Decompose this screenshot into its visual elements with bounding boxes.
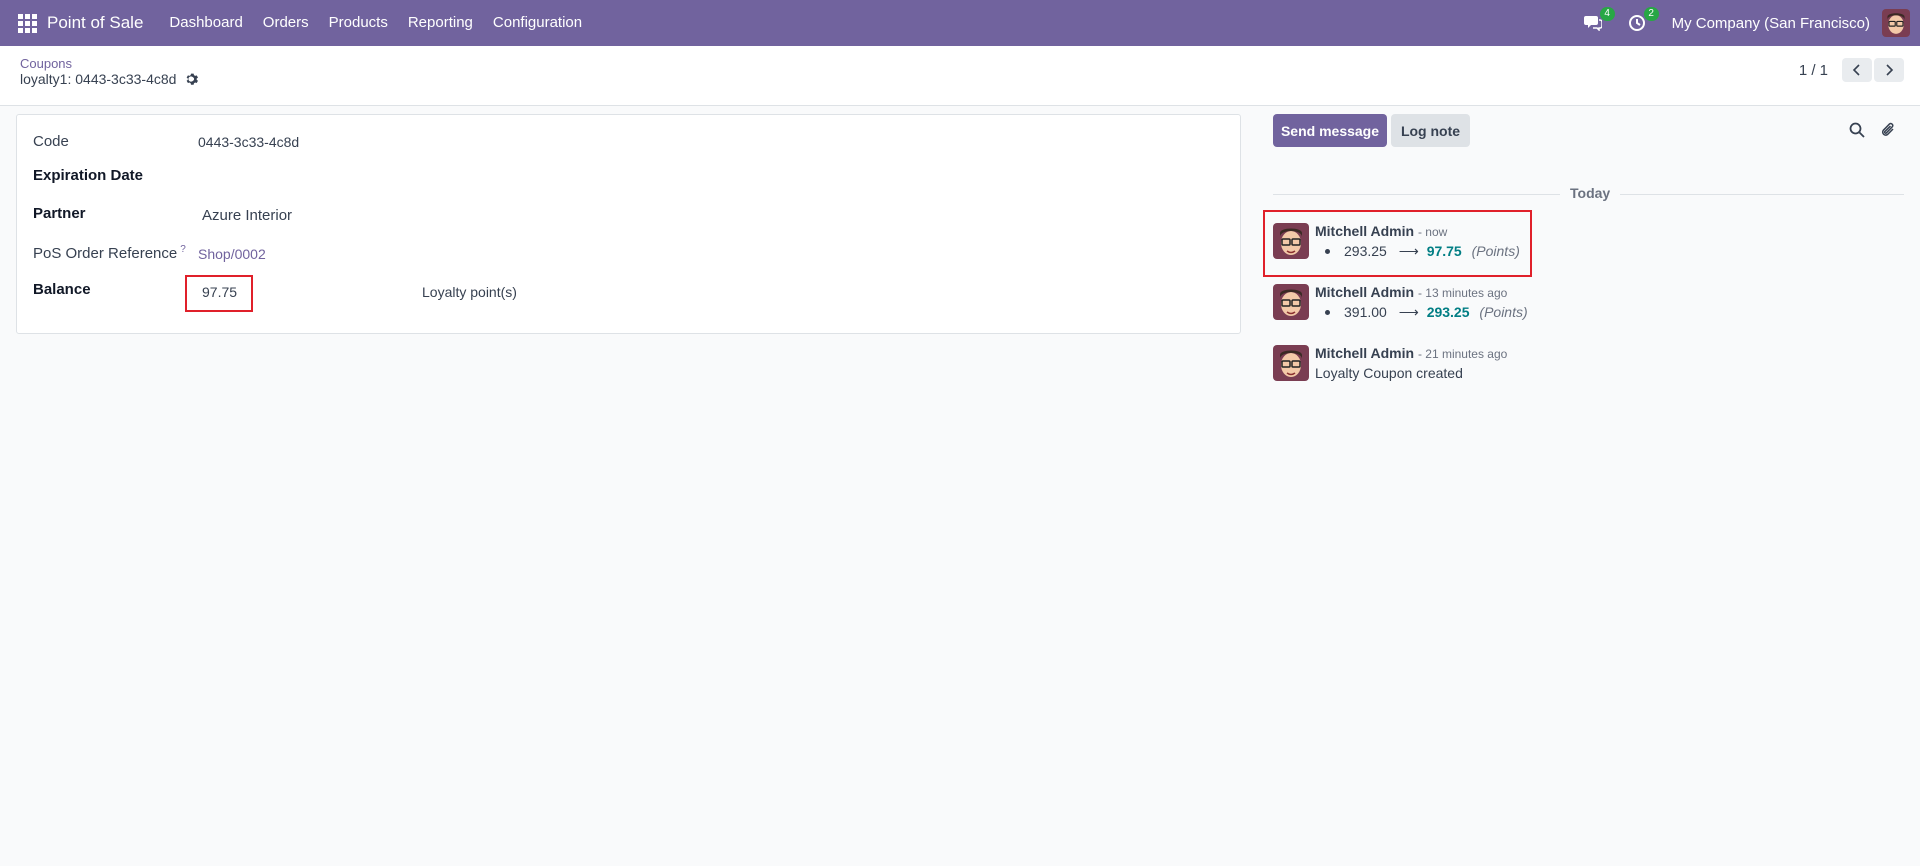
record-title: loyalty1: 0443-3c33-4c8d — [20, 71, 177, 87]
tracking-value: 293.25 ⟶ 97.75 (Points) — [1315, 243, 1520, 260]
bullet-icon — [1325, 249, 1330, 254]
menu-products[interactable]: Products — [319, 0, 398, 46]
message-time: - 21 minutes ago — [1417, 347, 1508, 361]
tracking-new-value: 293.25 — [1426, 304, 1470, 320]
tracking-value: 391.00 ⟶ 293.25 (Points) — [1315, 304, 1528, 321]
message-author-line: Mitchell Admin - 13 minutes ago — [1315, 284, 1507, 300]
tracking-field-name: (Points) — [1479, 304, 1528, 320]
arrow-icon: ⟶ — [1398, 243, 1419, 259]
code-label: Code — [33, 133, 69, 150]
breadcrumb: loyalty1: 0443-3c33-4c8d — [20, 71, 199, 87]
message-author[interactable]: Mitchell Admin — [1315, 345, 1414, 361]
message-author[interactable]: Mitchell Admin — [1315, 284, 1414, 300]
message-author-line: Mitchell Admin - now — [1315, 223, 1447, 239]
menu-configuration[interactable]: Configuration — [483, 0, 592, 46]
bullet-icon — [1325, 310, 1330, 315]
pager-value[interactable]: 1 / 1 — [1799, 62, 1828, 79]
messages-badge: 4 — [1599, 7, 1615, 21]
gear-icon[interactable] — [184, 72, 199, 86]
top-navbar: Point of Sale Dashboard Orders Products … — [0, 0, 1920, 46]
menu-orders[interactable]: Orders — [253, 0, 319, 46]
avatar[interactable] — [1273, 223, 1309, 259]
balance-label: Balance — [33, 281, 91, 298]
message-time: - 13 minutes ago — [1417, 286, 1508, 300]
pager-previous-button[interactable] — [1842, 58, 1872, 82]
menu-dashboard[interactable]: Dashboard — [159, 0, 252, 46]
partner-field[interactable]: Azure Interior — [202, 207, 292, 224]
pager-next-button[interactable] — [1874, 58, 1904, 82]
chevron-left-icon — [1852, 64, 1860, 76]
apps-menu-icon[interactable] — [12, 0, 42, 46]
breadcrumb-coupons[interactable]: Coupons — [20, 56, 72, 71]
pager: 1 / 1 — [1799, 58, 1904, 82]
control-panel: Coupons loyalty1: 0443-3c33-4c8d 1 / 1 — [0, 46, 1920, 106]
avatar[interactable] — [1273, 284, 1309, 320]
activities-icon[interactable]: 2 — [1624, 7, 1659, 36]
date-separator-today: Today — [1560, 185, 1621, 201]
expiration-date-label: Expiration Date — [33, 167, 144, 184]
send-message-button[interactable]: Send message — [1273, 114, 1387, 147]
chevron-right-icon — [1886, 64, 1894, 76]
paperclip-icon[interactable] — [1878, 120, 1898, 140]
pos-order-reference-label-text: PoS Order Reference — [33, 245, 178, 262]
expiration-date-field[interactable] — [198, 167, 498, 185]
messages-icon[interactable]: 4 — [1580, 7, 1615, 36]
code-field[interactable]: 0443-3c33-4c8d — [198, 134, 299, 150]
app-name[interactable]: Point of Sale — [47, 13, 143, 33]
tracking-old-value: 293.25 — [1344, 243, 1387, 259]
message-author-line: Mitchell Admin - 21 minutes ago — [1315, 345, 1507, 361]
message-text: Loyalty Coupon created — [1315, 365, 1463, 381]
balance-unit: Loyalty point(s) — [422, 284, 517, 300]
pos-order-reference-link[interactable]: Shop/0002 — [198, 246, 266, 262]
tracking-field-name: (Points) — [1471, 243, 1520, 259]
arrow-icon: ⟶ — [1398, 304, 1419, 320]
balance-field[interactable]: 97.75 — [202, 284, 237, 300]
tracking-old-value: 391.00 — [1344, 304, 1387, 320]
menu-reporting[interactable]: Reporting — [398, 0, 483, 46]
company-switcher[interactable]: My Company (San Francisco) — [1672, 15, 1870, 32]
avatar[interactable] — [1273, 345, 1309, 381]
partner-label: Partner — [33, 205, 86, 222]
help-tooltip-icon[interactable]: ? — [180, 244, 186, 255]
search-icon[interactable] — [1847, 120, 1867, 140]
message-author[interactable]: Mitchell Admin — [1315, 223, 1414, 239]
activities-badge: 2 — [1643, 7, 1659, 21]
log-note-button[interactable]: Log note — [1391, 114, 1470, 147]
form-sheet: Code 0443-3c33-4c8d Expiration Date Part… — [16, 114, 1241, 334]
pos-order-reference-label: PoS Order Reference? — [33, 244, 186, 262]
user-avatar[interactable] — [1882, 9, 1910, 37]
message-time: - now — [1417, 225, 1448, 239]
tracking-new-value: 97.75 — [1426, 243, 1462, 259]
